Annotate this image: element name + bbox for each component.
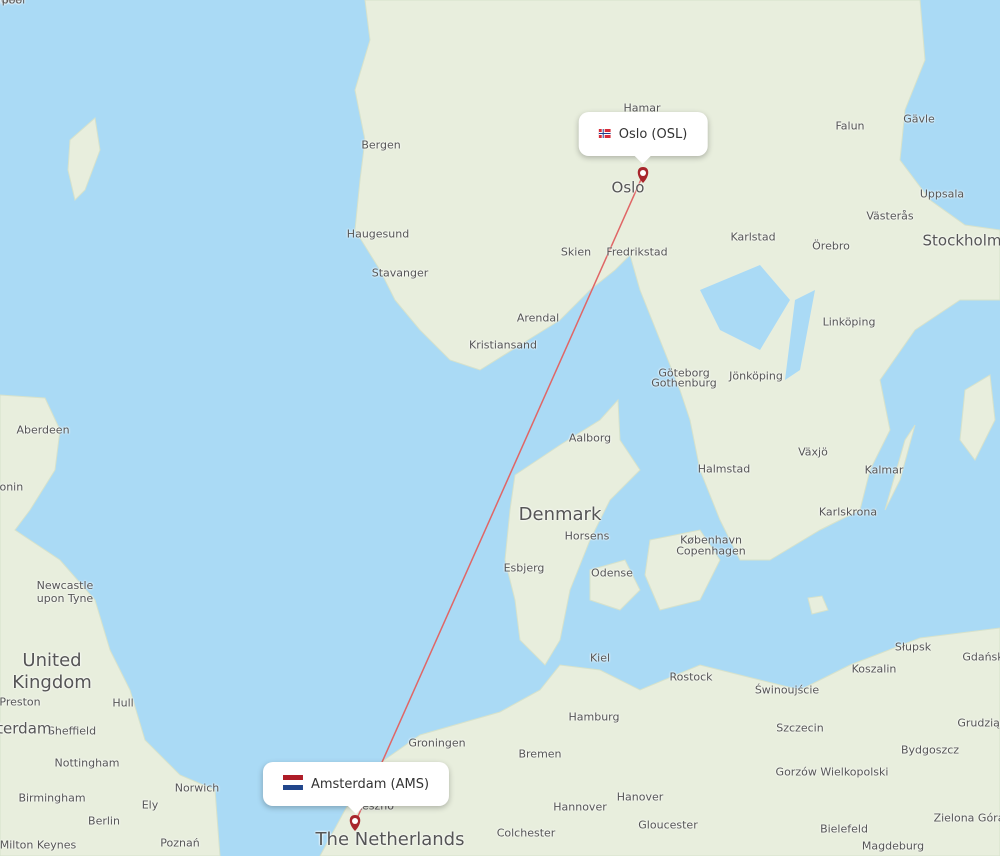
city-label: Stockholm [922,231,1000,250]
city-label: Örebro [812,239,850,253]
city-label: Hull [112,696,134,710]
city-label: Uppsala [919,187,965,201]
city-label: Karlstad [730,230,776,244]
city-label: Odense [591,566,633,580]
city-label: Birmingham [18,791,86,805]
city-label: Hamburg [568,710,620,724]
city-label: Aalborg [568,431,612,445]
city-label: Liverpool [0,0,26,7]
city-label: Copenhagen [676,544,746,558]
country-label: Denmark [518,504,602,525]
city-label: Świnoujście [754,683,820,697]
city-label: Rostock [669,670,713,684]
city-label: Poznań [160,836,200,850]
city-label: Sheffield [47,724,97,738]
city-label: Hanover [616,790,664,804]
origin-popup[interactable]: Oslo (OSL) [578,112,708,164]
country-label: The Netherlands [315,829,465,850]
city-label: Magdeburg [861,839,925,853]
city-label: Bremen [518,747,562,761]
city-label: Oslo [611,178,645,197]
city-label: Gdańsk [962,650,1000,664]
city-label: Amsterdam [0,719,52,738]
city-label: Ely [141,798,159,812]
city-label: Groningen [408,736,466,750]
city-label: Karlskrona [818,505,878,519]
country-label: United Kingdom [12,650,92,693]
city-label: Kiel [589,651,611,665]
city-label: Horsens [564,529,610,543]
city-label: Konin [0,480,24,494]
city-label: Milton Keynes [0,838,77,852]
city-label: Newcastle upon Tyne [36,579,94,605]
city-label: Falun [835,119,865,133]
city-label: Fredrikstad [606,245,668,259]
city-label: Preston [0,695,41,709]
city-label: Gävle [903,112,935,126]
city-label: Bergen [361,138,401,152]
city-label: Stavanger [371,266,429,280]
destination-label: Amsterdam (AMS) [310,776,430,792]
origin-label: Oslo (OSL) [618,126,688,142]
city-label: Gothenburg [651,376,717,390]
city-label: Słupsk [894,640,932,654]
city-label: Linköping [822,315,876,329]
city-label: Bielefeld [820,822,868,836]
city-label: Kalmar [864,463,904,477]
city-label: Colchester [496,826,556,840]
city-label: Bydgoszcz [900,743,960,757]
city-label: Aberdeen [16,423,70,437]
city-label: Gloucester [638,818,698,832]
city-label: Växjö [798,445,828,459]
netherlands-flag-icon [282,774,303,794]
city-label: Arendal [516,311,560,325]
city-label: Grudziądz [957,716,1000,730]
city-label: Skien [560,245,592,259]
city-label: Berlin [88,814,120,828]
city-label: Szczecin [776,721,824,735]
city-label: Hannover [553,800,607,814]
city-label: Jönköping [729,369,783,383]
city-label: Esbjerg [503,561,545,575]
city-label: Zielona Góra [933,811,1000,825]
city-label: Koszalin [851,662,897,676]
norway-flag-icon [598,127,611,142]
city-label: Norwich [174,781,220,795]
city-label: Västerås [866,209,914,223]
city-label: Kristiansand [468,338,538,352]
city-label: Gorzów Wielkopolski [775,765,889,779]
city-label: Haugesund [346,227,410,241]
city-label: Nottingham [54,756,120,770]
city-label: Halmstad [697,462,751,476]
destination-popup[interactable]: Amsterdam (AMS) [262,762,450,814]
